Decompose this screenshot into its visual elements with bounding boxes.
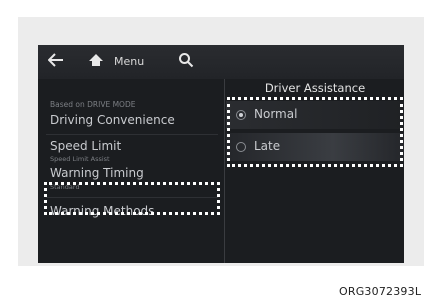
list-separator xyxy=(46,134,218,135)
list-item-driving-convenience[interactable]: Driving Convenience xyxy=(50,113,175,127)
speed-limit-sublabel: Speed Limit Assist xyxy=(50,155,110,163)
infotainment-screen: Menu Driver Assistance Based on DRIVE MO… xyxy=(38,45,404,263)
warning-timing-highlight-box xyxy=(44,182,220,215)
settings-list: Based on DRIVE MODE Driving Convenience … xyxy=(38,79,224,263)
top-bar: Menu xyxy=(38,45,404,79)
section-header: Based on DRIVE MODE xyxy=(50,100,136,109)
driver-assistance-title: Driver Assistance xyxy=(264,81,366,95)
home-icon[interactable] xyxy=(88,53,104,70)
panel-divider xyxy=(224,79,225,263)
list-item-warning-timing[interactable]: Warning Timing xyxy=(50,166,144,180)
menu-button[interactable]: Menu xyxy=(114,55,144,68)
list-item-speed-limit[interactable]: Speed Limit xyxy=(50,139,121,153)
options-highlight-box xyxy=(227,97,403,167)
figure-code: ORG3072393L xyxy=(339,285,422,298)
search-icon[interactable] xyxy=(178,52,194,71)
back-arrow-icon[interactable] xyxy=(47,53,64,70)
